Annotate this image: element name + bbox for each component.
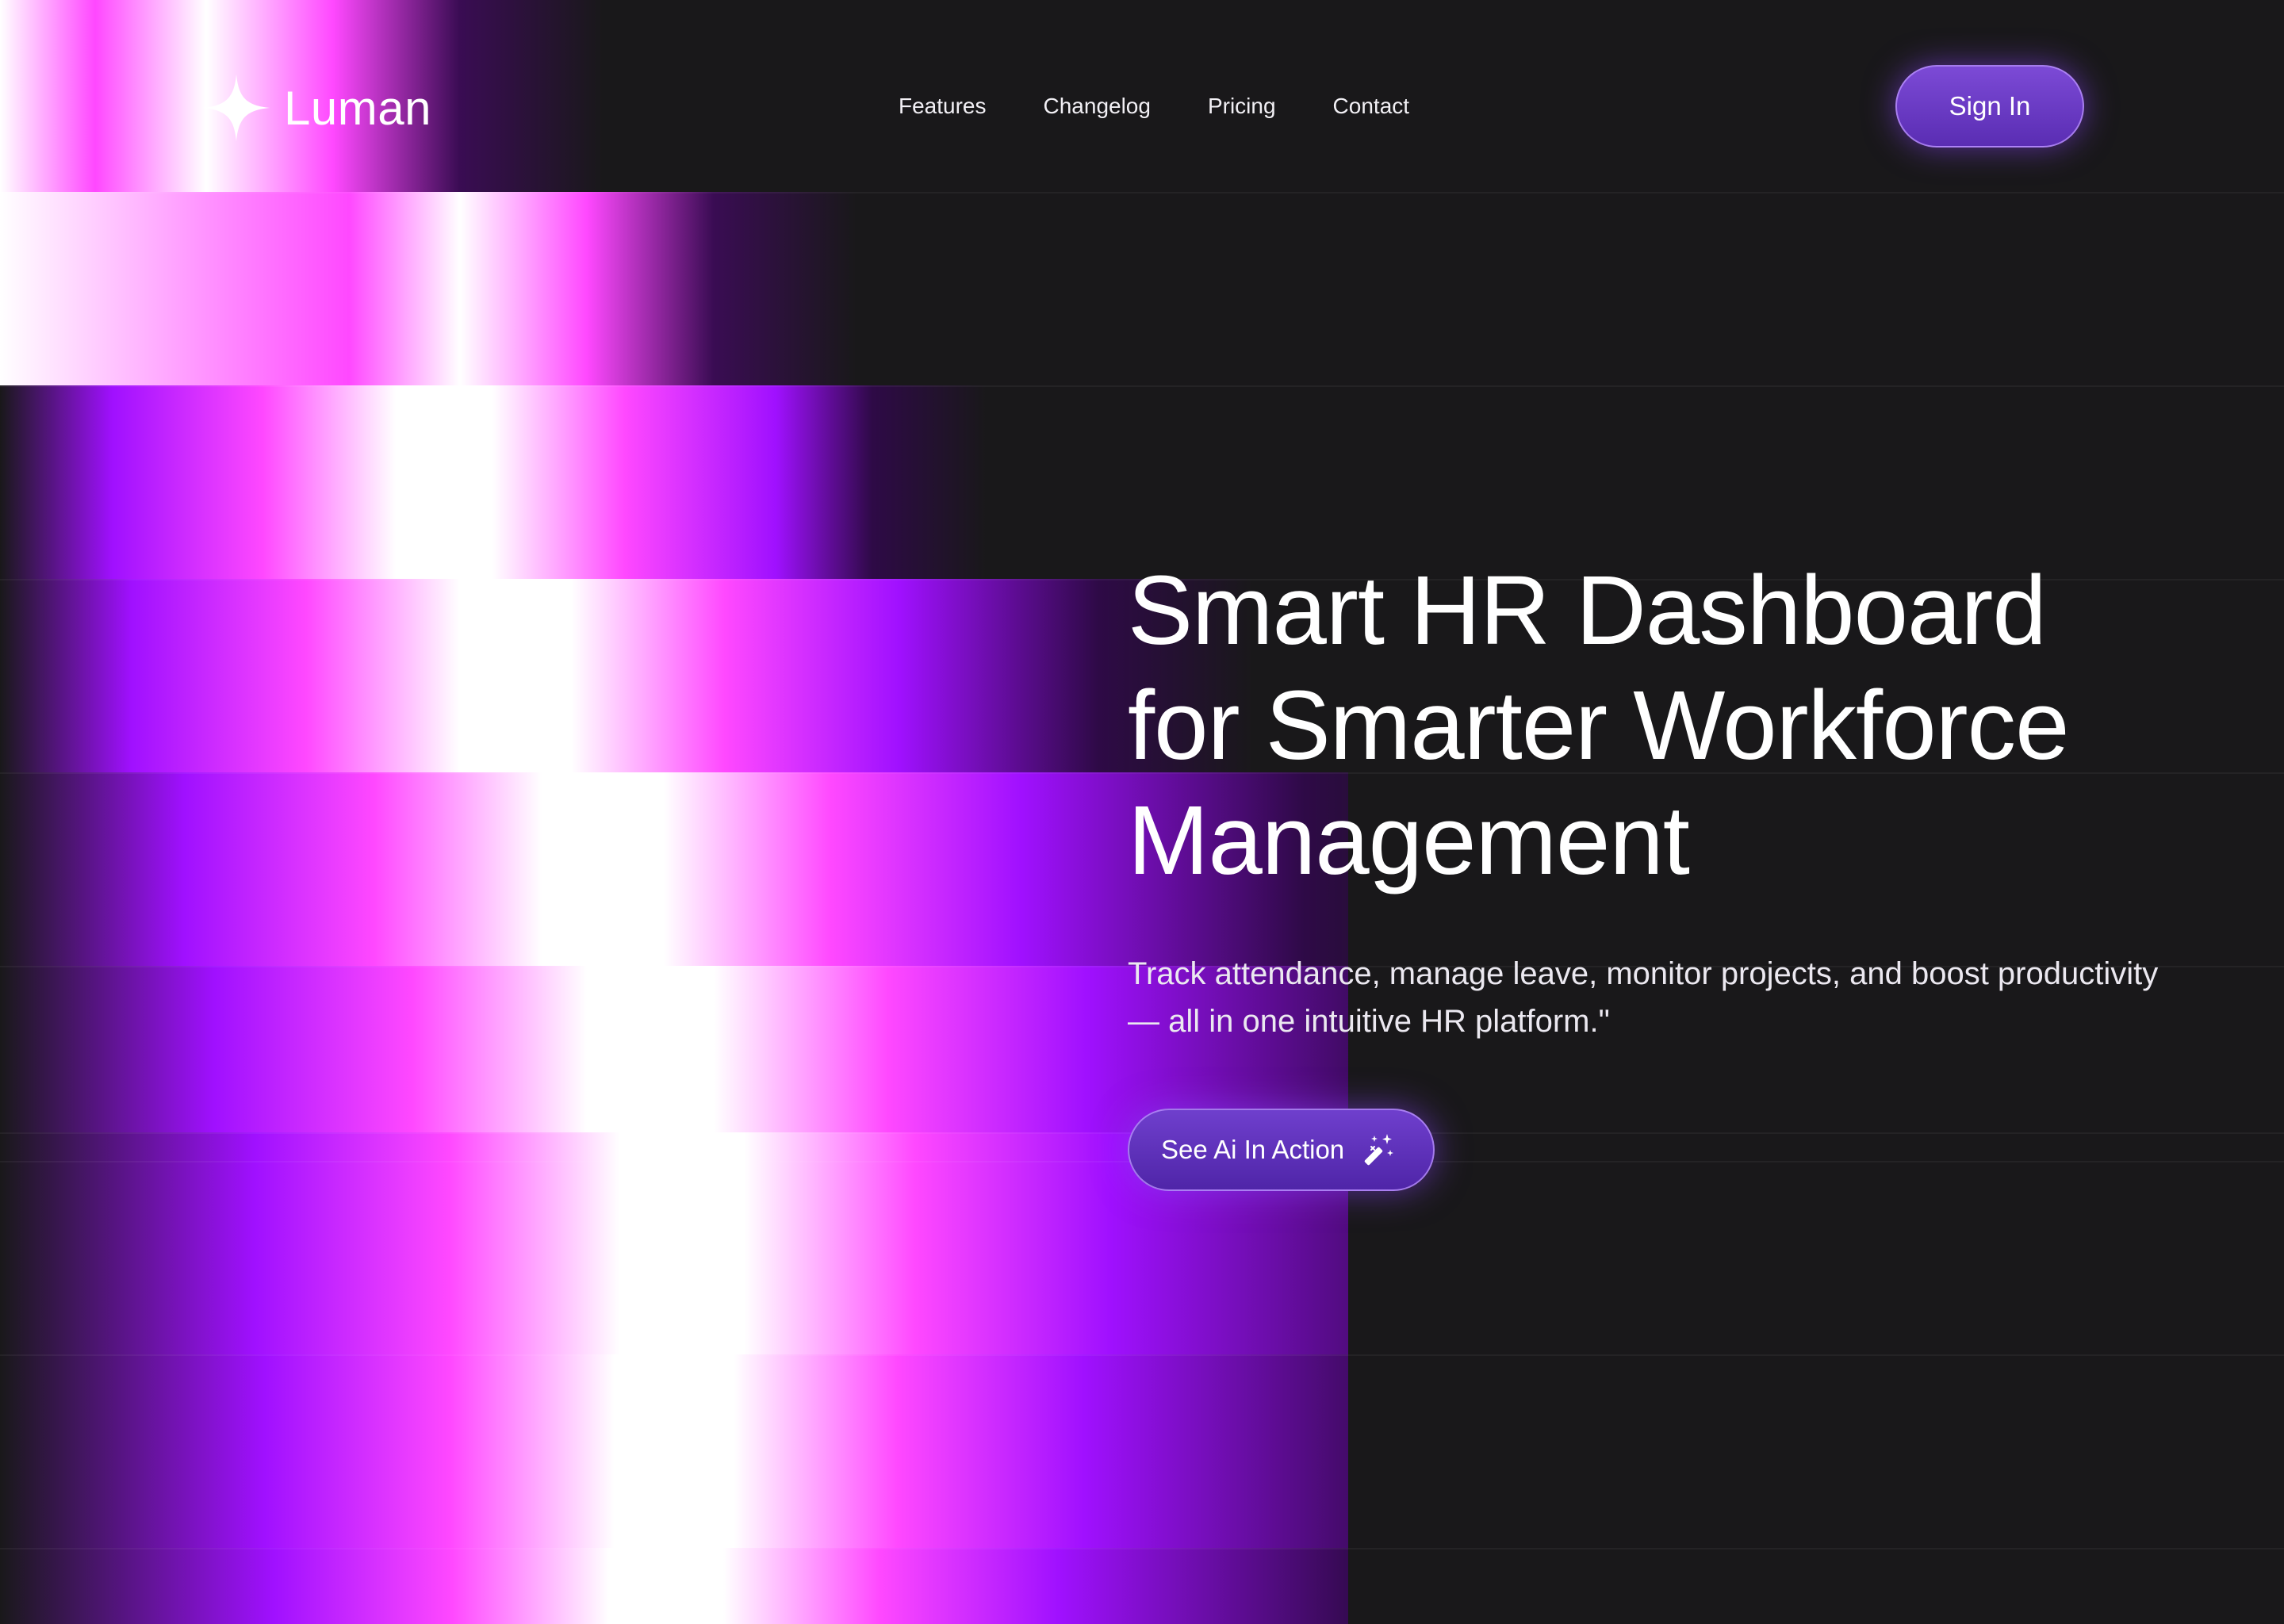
cta-label: See Ai In Action — [1161, 1135, 1345, 1164]
hero-title-line: for Smarter Workforce — [1128, 672, 2069, 780]
magic-wand-icon — [1364, 1134, 1394, 1166]
nav-link-contact[interactable]: Contact — [1333, 94, 1410, 119]
hero-subtitle: Track attendance, manage leave, monitor … — [1128, 956, 2159, 1039]
sparkle-star-icon — [202, 74, 270, 142]
hero-title-line: Smart HR Dashboard — [1128, 557, 2047, 665]
sign-in-button[interactable]: Sign In — [1895, 65, 2084, 147]
top-nav: Luman Features Changelog Pricing Contact… — [0, 0, 2284, 190]
nav-link-changelog[interactable]: Changelog — [1044, 94, 1151, 119]
grid-line — [0, 385, 2284, 387]
landing-page: Luman Features Changelog Pricing Contact… — [0, 0, 2284, 1624]
brand-logo[interactable]: Luman — [200, 71, 431, 144]
brand-name: Luman — [284, 81, 431, 135]
grid-line — [0, 192, 2284, 193]
sign-in-label: Sign In — [1949, 91, 2031, 121]
grid-line — [0, 1354, 2284, 1356]
nav-links: Features Changelog Pricing Contact — [899, 94, 1409, 119]
hero-title-line: Management — [1128, 787, 1690, 895]
hero-title: Smart HR Dashboard for Smarter Workforce… — [1128, 553, 2159, 898]
grid-line — [0, 1548, 2284, 1549]
see-ai-in-action-button[interactable]: See Ai In Action — [1128, 1109, 1435, 1191]
nav-link-pricing[interactable]: Pricing — [1208, 94, 1276, 119]
nav-link-features[interactable]: Features — [899, 94, 987, 119]
